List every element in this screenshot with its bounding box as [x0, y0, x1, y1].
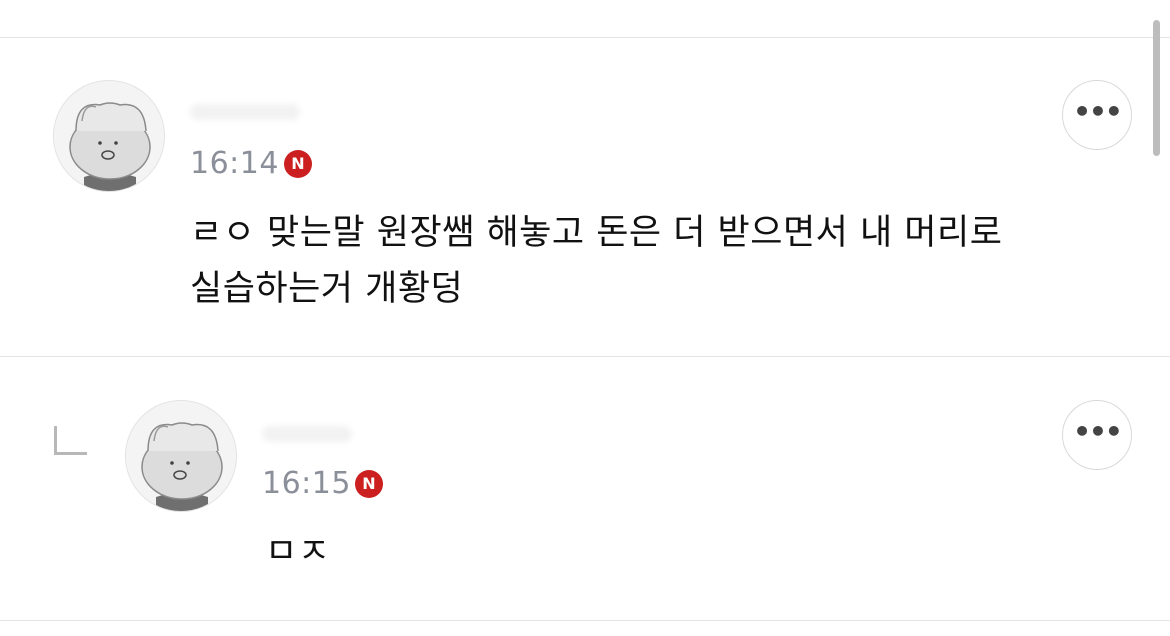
- new-badge: N: [284, 150, 312, 178]
- comment-divider: [0, 356, 1170, 357]
- new-badge: N: [355, 470, 383, 498]
- more-options-button[interactable]: •••: [1062, 400, 1132, 470]
- cat-avatar-icon[interactable]: [53, 80, 165, 192]
- comment-text-line: ㄹㅇ 맞는말 원장쌤 해놓고 돈은 더 받으면서 내 머리로: [190, 213, 1003, 253]
- reply-arrow-icon: [54, 426, 87, 455]
- more-icon: •••: [1073, 95, 1123, 128]
- comment-text: ㅁㅈ: [265, 524, 330, 580]
- comment-thread: 16:14 N ㄹㅇ 맞는말 원장쌤 해놓고 돈은 더 받으면서 내 머리로 실…: [0, 0, 1170, 636]
- author-name[interactable]: [262, 426, 352, 442]
- author-name[interactable]: [190, 104, 300, 120]
- scrollbar[interactable]: [1153, 20, 1160, 156]
- more-icon: •••: [1073, 415, 1123, 448]
- comment-time: 16:15: [262, 466, 351, 501]
- bottom-divider: [0, 620, 1170, 621]
- more-options-button[interactable]: •••: [1062, 80, 1132, 150]
- top-divider: [0, 37, 1170, 38]
- comment-text-line: ㅁㅈ: [265, 532, 331, 572]
- cat-avatar-icon[interactable]: [125, 400, 237, 512]
- comment-text-line: 실습하는거 개황덩: [190, 269, 464, 309]
- comment-text: ㄹㅇ 맞는말 원장쌤 해놓고 돈은 더 받으면서 내 머리로 실습하는거 개황덩: [190, 205, 1090, 317]
- comment-time: 16:14: [190, 146, 279, 181]
